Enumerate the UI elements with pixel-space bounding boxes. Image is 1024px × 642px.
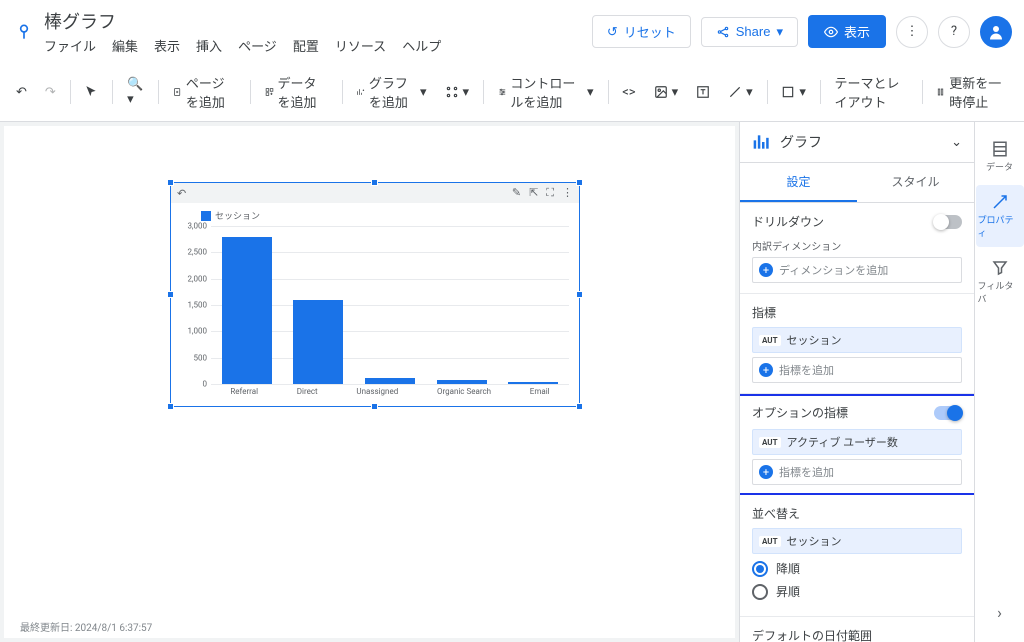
chart-x-label: Direct [297,387,318,396]
chart-fullscreen-icon[interactable]: ⛶ [546,186,554,200]
add-metric-button[interactable]: +指標を追加 [752,357,962,383]
chart-edit-icon[interactable]: ✎ [512,186,521,200]
sort-section-label: 並べ替え [752,505,962,522]
rail-filter-tab[interactable]: フィルタバ [976,251,1024,313]
rail-data-tab[interactable]: データ [976,132,1024,181]
metric-section-label: 指標 [752,304,962,321]
panel-title: グラフ [780,132,943,152]
redo-button[interactable]: ↷ [37,79,64,106]
add-chart-tool[interactable]: グラフを追加 ▾ [348,67,434,117]
chart-undo-icon[interactable]: ↶ [177,187,186,200]
sort-asc-radio[interactable]: 昇順 [752,583,962,600]
reset-button[interactable]: ↺ リセット [592,15,691,48]
user-avatar[interactable] [980,16,1012,48]
app-logo [12,20,36,44]
drilldown-label: ドリルダウン [752,213,824,230]
add-dimension-button[interactable]: +ディメンションを追加 [752,257,962,283]
chart-toolbar: ↶ ✎ ⇱ ⛶ ⋮ [171,183,579,203]
share-button[interactable]: Share ▾ [701,17,798,47]
rail-expand-button[interactable]: › [997,603,1002,622]
menu-page[interactable]: ページ [238,36,277,55]
menu-insert[interactable]: 挿入 [196,36,222,55]
theme-layout-tool[interactable]: テーマとレイアウト [827,67,920,117]
side-rail: データ プロパティ フィルタバ › [974,122,1024,642]
rail-properties-tab[interactable]: プロパティ [976,185,1024,247]
shape-tool[interactable]: ▾ [773,79,814,106]
chart-element[interactable]: ↶ ✎ ⇱ ⛶ ⋮ セッション 05001,0001,5002,0002,500… [170,182,580,407]
chart-x-label: Unassigned [356,387,398,396]
optional-metric-label: オプションの指標 [752,404,848,421]
chart-bar[interactable] [293,300,343,384]
embed-tool[interactable]: <> [614,79,643,106]
panel-collapse-icon[interactable]: ⌄ [951,135,962,150]
chart-more-icon[interactable]: ⋮ [562,186,573,200]
chart-x-label: Organic Search [437,387,491,396]
add-data-tool[interactable]: データを追加 [257,67,336,117]
menubar: ファイル 編集 表示 挿入 ページ 配置 リソース ヘルプ [44,36,592,55]
properties-panel: グラフ ⌄ 設定 スタイル ドリルダウン 内訳ディメンション +ディメンションを… [739,122,974,642]
chart-share-icon[interactable]: ⇱ [529,186,538,200]
chart-bar[interactable] [437,380,487,384]
menu-help[interactable]: ヘルプ [402,36,441,55]
view-button[interactable]: 表示 [808,15,886,48]
chart-bar[interactable] [222,237,272,384]
undo-button[interactable]: ↶ [8,79,35,106]
menu-edit[interactable]: 編集 [112,36,138,55]
line-tool[interactable]: ▾ [720,79,761,106]
canvas[interactable]: ↶ ✎ ⇱ ⛶ ⋮ セッション 05001,0001,5002,0002,500… [0,122,739,642]
doc-title[interactable]: 棒グラフ [44,8,592,34]
image-tool[interactable]: ▾ [646,79,687,106]
default-date-range-label: デフォルトの日付範囲 [752,627,962,642]
chart-bar[interactable] [508,382,558,384]
select-tool[interactable] [76,79,106,105]
add-control-tool[interactable]: コントロールを追加 ▾ [490,67,602,117]
sort-metric-chip[interactable]: AUTセッション [752,528,962,554]
chart-x-label: Email [530,387,550,396]
help-button[interactable]: ? [938,16,970,48]
chart-bar[interactable] [365,378,415,384]
menu-file[interactable]: ファイル [44,36,96,55]
sort-desc-radio[interactable]: 降順 [752,560,962,577]
add-page-tool[interactable]: ページを追加 [165,67,244,117]
menu-view[interactable]: 表示 [154,36,180,55]
text-tool[interactable] [688,79,718,105]
optional-metric-toggle[interactable] [934,406,962,420]
chart-type-icon [752,132,772,152]
more-options-button[interactable]: ⋮ [896,16,928,48]
zoom-tool[interactable]: 🔍 ▾ [119,71,152,113]
chart-x-label: Referral [230,387,258,396]
pause-update-button[interactable]: 更新を一時停止 [928,67,1016,117]
add-optional-metric-button[interactable]: +指標を追加 [752,459,962,485]
last-updated-text: 最終更新日: 2024/8/1 6:37:57 [20,619,152,634]
breakdown-dimension-label: 内訳ディメンション [752,238,962,253]
chart-legend-label: セッション [215,209,260,222]
drilldown-toggle[interactable] [934,215,962,229]
tab-setup[interactable]: 設定 [740,163,857,202]
menu-resource[interactable]: リソース [335,36,386,55]
tab-style[interactable]: スタイル [857,163,974,202]
metric-session-chip[interactable]: AUTセッション [752,327,962,353]
community-viz-tool[interactable]: ▾ [437,79,478,106]
menu-arrange[interactable]: 配置 [293,36,319,55]
metric-active-users-chip[interactable]: AUTアクティブ ユーザー数 [752,429,962,455]
